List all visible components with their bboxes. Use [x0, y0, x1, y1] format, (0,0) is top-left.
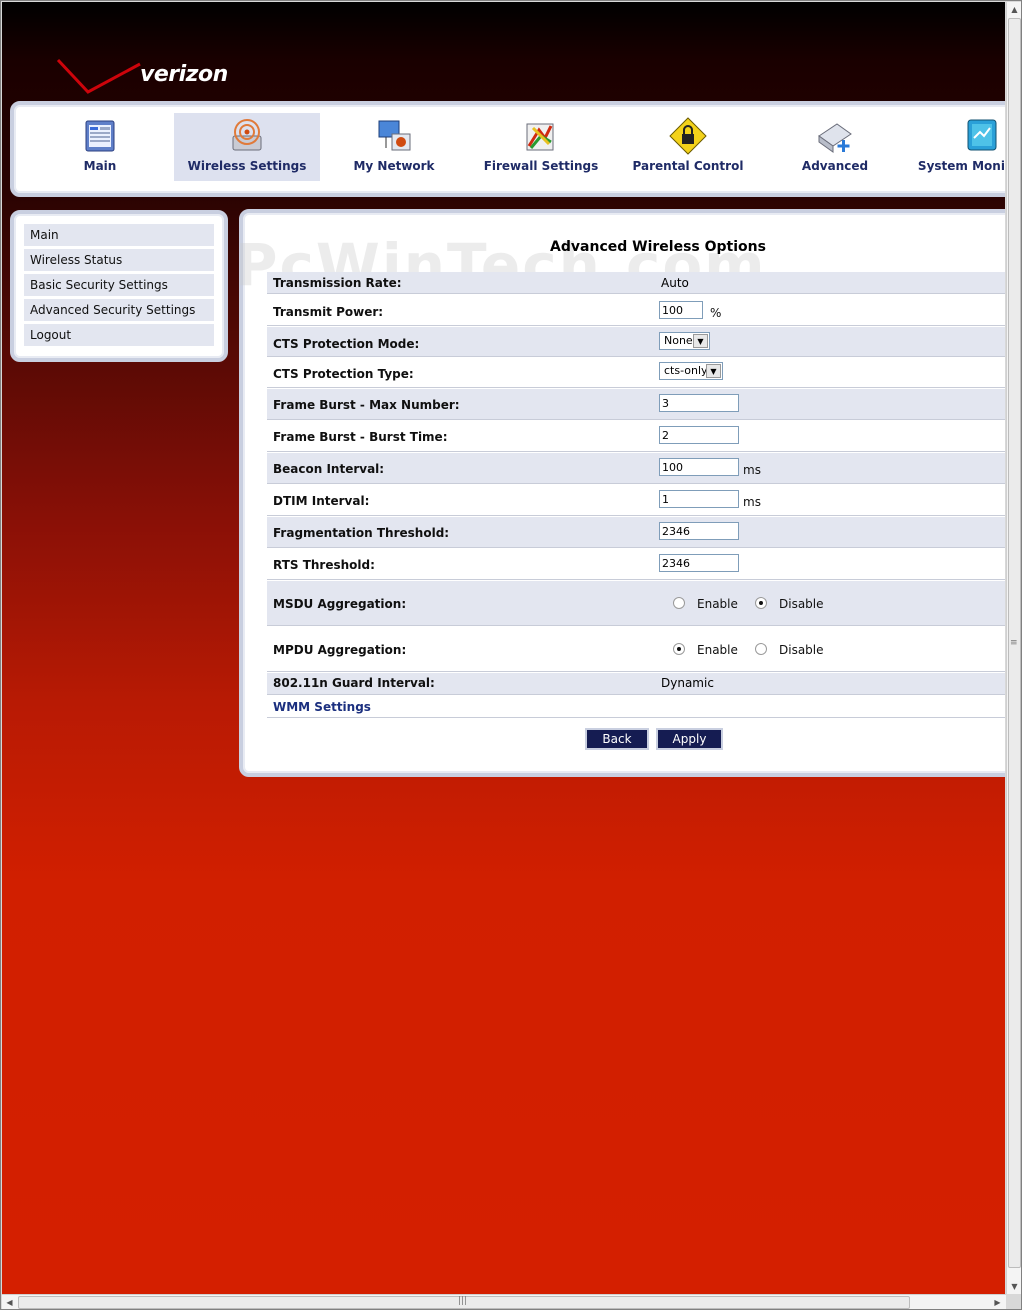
- nav-firewall-settings[interactable]: Firewall Settings: [468, 113, 614, 181]
- sidebar-item-wireless-status[interactable]: Wireless Status: [24, 249, 214, 271]
- nav-my-network[interactable]: My Network: [321, 113, 467, 181]
- msdu-disable-radio[interactable]: [755, 597, 767, 609]
- nav-parental-control[interactable]: Parental Control: [615, 113, 761, 181]
- firewall-icon: [526, 123, 554, 151]
- sidebar-item-main[interactable]: Main: [24, 224, 214, 246]
- content-panel: PcWinTech.com Advanced Wireless Options …: [235, 209, 1005, 777]
- chevron-down-icon: ▼: [706, 364, 721, 378]
- top-navigation: Main Wireless Settings My Network Firewa…: [10, 101, 1005, 197]
- row-msdu-aggregation: MSDU Aggregation: Enable Disable: [267, 581, 1005, 626]
- row-cts-mode: CTS Protection Mode: None ▼: [267, 327, 1005, 357]
- row-cts-type: CTS Protection Type: cts-only ▼: [267, 358, 1005, 388]
- row-rts-threshold: RTS Threshold:: [267, 549, 1005, 580]
- rts-threshold-input[interactable]: [659, 554, 739, 572]
- scroll-grip-icon: |||: [458, 1296, 468, 1306]
- back-button[interactable]: Back: [585, 728, 649, 750]
- wmm-settings-link[interactable]: WMM Settings: [273, 700, 371, 714]
- row-frame-burst-max: Frame Burst - Max Number:: [267, 389, 1005, 420]
- cts-type-select[interactable]: cts-only ▼: [659, 362, 723, 380]
- sidebar-item-advanced-security[interactable]: Advanced Security Settings: [24, 299, 214, 321]
- vertical-scrollbar[interactable]: ▲ ≡ ▼: [1006, 2, 1021, 1294]
- mpdu-disable-radio[interactable]: [755, 643, 767, 655]
- row-mpdu-aggregation: MPDU Aggregation: Enable Disable: [267, 627, 1005, 672]
- page-title: Advanced Wireless Options: [550, 239, 766, 255]
- beacon-interval-input[interactable]: [659, 458, 739, 476]
- scroll-right-icon[interactable]: ▶: [990, 1295, 1005, 1310]
- row-transmission-rate: Transmission Rate: Auto: [267, 272, 1005, 294]
- row-wmm-settings: WMM Settings: [267, 696, 1005, 718]
- sidebar-item-logout[interactable]: Logout: [24, 324, 214, 346]
- wireless-icon: [232, 119, 262, 151]
- sidebar-item-basic-security[interactable]: Basic Security Settings: [24, 274, 214, 296]
- frame-burst-time-input[interactable]: [659, 426, 739, 444]
- chevron-down-icon: ▼: [693, 334, 708, 348]
- guard-interval-value: Dynamic: [661, 676, 714, 690]
- row-dtim-interval: DTIM Interval: ms: [267, 485, 1005, 516]
- sidebar: Main Wireless Status Basic Security Sett…: [10, 210, 228, 362]
- msdu-enable-radio[interactable]: [673, 597, 685, 609]
- advanced-icon: [818, 123, 852, 153]
- row-transmit-power: Transmit Power: %: [267, 295, 1005, 326]
- apply-button[interactable]: Apply: [656, 728, 723, 750]
- row-beacon-interval: Beacon Interval: ms: [267, 453, 1005, 484]
- scroll-down-icon[interactable]: ▼: [1007, 1279, 1022, 1294]
- nav-advanced[interactable]: Advanced: [762, 113, 908, 181]
- main-icon: [85, 120, 115, 152]
- scroll-left-icon[interactable]: ◀: [2, 1295, 17, 1310]
- nav-wireless-settings[interactable]: Wireless Settings: [174, 113, 320, 181]
- verizon-logo: verizon: [54, 56, 244, 96]
- frame-burst-max-input[interactable]: [659, 394, 739, 412]
- transmission-rate-value: Auto: [661, 276, 689, 290]
- cts-mode-select[interactable]: None ▼: [659, 332, 710, 350]
- monitor-icon: [967, 119, 997, 151]
- scroll-grip-icon: ≡: [1010, 638, 1018, 648]
- horizontal-scrollbar[interactable]: ◀ ||| ▶: [2, 1294, 1006, 1309]
- dtim-interval-input[interactable]: [659, 490, 739, 508]
- row-guard-interval: 802.11n Guard Interval: Dynamic: [267, 673, 1005, 695]
- row-frame-burst-time: Frame Burst - Burst Time:: [267, 421, 1005, 452]
- scroll-up-icon[interactable]: ▲: [1007, 2, 1022, 17]
- logo-text: verizon: [140, 62, 228, 87]
- transmit-power-input[interactable]: [659, 301, 703, 319]
- nav-system-monitoring[interactable]: System Monitoring: [909, 113, 1005, 181]
- fragmentation-threshold-input[interactable]: [659, 522, 739, 540]
- lock-icon: [669, 117, 707, 155]
- mpdu-enable-radio[interactable]: [673, 643, 685, 655]
- nav-main[interactable]: Main: [27, 113, 173, 181]
- verizon-check-icon: [56, 58, 141, 94]
- network-icon: [378, 120, 411, 151]
- row-fragmentation-threshold: Fragmentation Threshold:: [267, 517, 1005, 548]
- browser-viewport: verizon Main Wireless Settings My Networ…: [2, 2, 1005, 1294]
